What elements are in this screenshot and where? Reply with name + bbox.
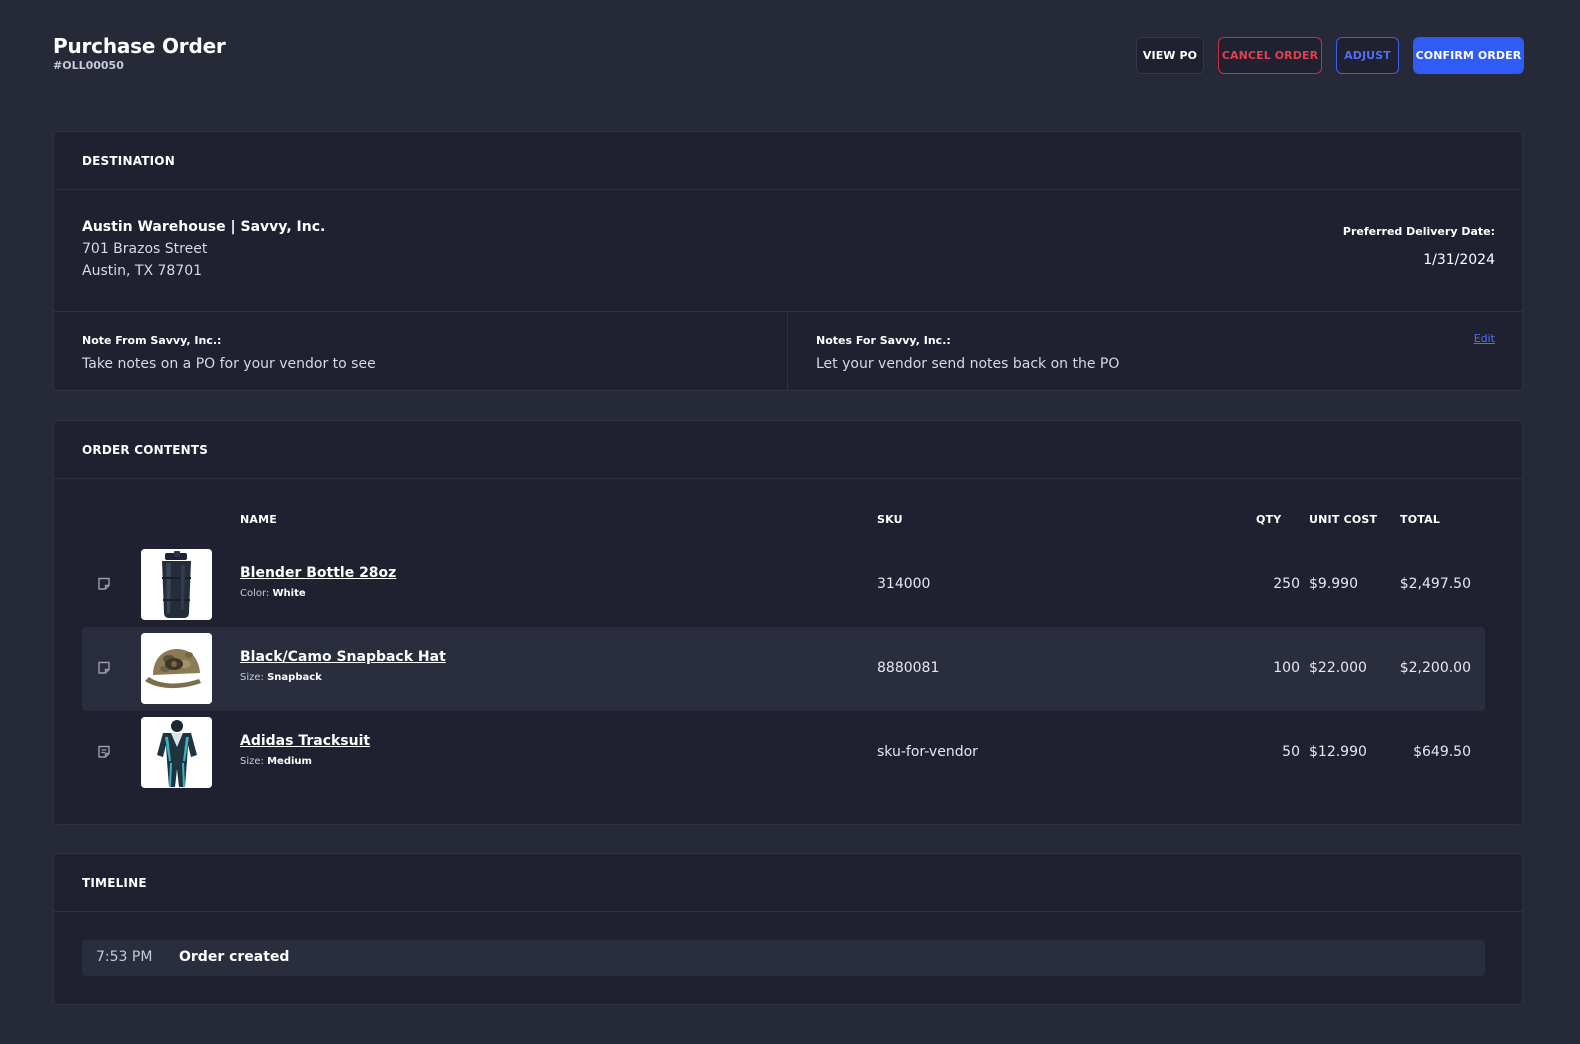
product-sku: sku-for-vendor (877, 744, 978, 760)
product-qty: 100 (1273, 660, 1300, 676)
product-sku: 314000 (877, 576, 931, 592)
attribute-label: Color: (240, 588, 270, 599)
product-attribute: Size: Snapback (240, 672, 322, 683)
product-total: $2,200.00 (1399, 660, 1471, 676)
product-name-link[interactable]: Adidas Tracksuit (240, 733, 370, 749)
note-from-panel: Note From Savvy, Inc.: Take notes on a P… (54, 312, 788, 390)
product-unit-cost: $9.990 (1309, 576, 1358, 592)
page-title: Purchase Order (53, 34, 226, 58)
attribute-value: Medium (267, 756, 312, 767)
po-number: #OLL00050 (53, 59, 124, 72)
table-row: Adidas Tracksuit Size: Medium sku-for-ve… (82, 711, 1485, 795)
order-contents-card: ORDER CONTENTS NAME SKU QTY UNIT COST TO… (53, 420, 1523, 825)
product-sku: 8880081 (877, 660, 940, 676)
product-attribute: Color: White (240, 588, 306, 599)
product-total: $649.50 (1413, 744, 1471, 760)
product-image-bottle (141, 549, 212, 620)
order-contents-header: ORDER CONTENTS (54, 421, 1522, 479)
notes-for-label: Notes For Savvy, Inc.: (816, 334, 951, 347)
product-qty: 250 (1273, 576, 1300, 592)
adjust-button[interactable]: ADJUST (1336, 37, 1399, 74)
timeline-time: 7:53 PM (96, 949, 153, 965)
delivery-date-label: Preferred Delivery Date: (1342, 225, 1495, 238)
confirm-order-button[interactable]: CONFIRM ORDER (1413, 37, 1524, 74)
note-from-text: Take notes on a PO for your vendor to se… (82, 356, 376, 372)
view-po-button[interactable]: VIEW PO (1136, 37, 1204, 74)
product-name-link[interactable]: Blender Bottle 28oz (240, 565, 396, 581)
destination-name: Austin Warehouse | Savvy, Inc. (82, 219, 326, 235)
timeline-item: 7:53 PM Order created (82, 940, 1485, 976)
product-image-hat (141, 633, 212, 704)
product-total: $2,497.50 (1399, 576, 1471, 592)
product-attribute: Size: Medium (240, 756, 312, 767)
purchase-order-page: Purchase Order #OLL00050 VIEW PO CANCEL … (0, 0, 1580, 1044)
destination-card: DESTINATION Austin Warehouse | Savvy, In… (53, 131, 1523, 391)
table-header: NAME SKU QTY UNIT COST TOTAL (54, 513, 1522, 527)
table-row: Black/Camo Snapback Hat Size: Snapback 8… (82, 627, 1485, 711)
product-image-tracksuit (141, 717, 212, 788)
notes-for-panel: Notes For Savvy, Inc.: Let your vendor s… (788, 312, 1522, 390)
product-qty: 50 (1282, 744, 1300, 760)
note-from-label: Note From Savvy, Inc.: (82, 334, 222, 347)
cancel-order-button[interactable]: CANCEL ORDER (1218, 37, 1322, 74)
note-icon[interactable] (96, 744, 112, 760)
destination-address-line2: Austin, TX 78701 (82, 263, 203, 279)
notes-row: Note From Savvy, Inc.: Take notes on a P… (54, 312, 1522, 390)
note-icon[interactable] (96, 576, 112, 592)
product-unit-cost: $12.990 (1309, 744, 1367, 760)
timeline-event: Order created (179, 949, 290, 965)
attribute-value: White (272, 588, 306, 599)
edit-notes-link[interactable]: Edit (1474, 332, 1495, 345)
column-sku: SKU (877, 513, 903, 526)
column-unit-cost: UNIT COST (1309, 513, 1378, 526)
notes-for-text: Let your vendor send notes back on the P… (816, 356, 1120, 372)
attribute-label: Size: (240, 756, 264, 767)
delivery-date-value: 1/31/2024 (1423, 252, 1495, 268)
attribute-label: Size: (240, 672, 264, 683)
timeline-card: TIMELINE 7:53 PM Order created (53, 853, 1523, 1005)
timeline-header: TIMELINE (54, 854, 1522, 912)
note-icon[interactable] (96, 660, 112, 676)
destination-header: DESTINATION (54, 132, 1522, 190)
column-name: NAME (240, 513, 277, 526)
product-unit-cost: $22.000 (1309, 660, 1367, 676)
product-name-link[interactable]: Black/Camo Snapback Hat (240, 649, 446, 665)
destination-body: Austin Warehouse | Savvy, Inc. 701 Brazo… (54, 190, 1522, 312)
attribute-value: Snapback (267, 672, 322, 683)
column-qty: QTY (1256, 513, 1282, 526)
header-actions: VIEW PO CANCEL ORDER ADJUST CONFIRM ORDE… (1136, 37, 1524, 74)
table-row: Blender Bottle 28oz Color: White 314000 … (82, 543, 1485, 627)
column-total: TOTAL (1400, 513, 1441, 526)
destination-address-line1: 701 Brazos Street (82, 241, 208, 257)
